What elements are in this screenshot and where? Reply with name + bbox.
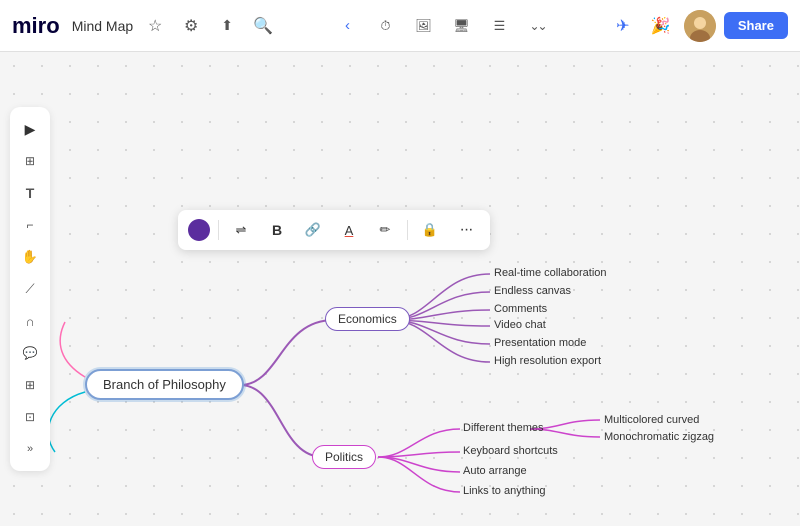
settings-icon[interactable]: ⚙ [177, 12, 205, 40]
timer-icon[interactable]: ⏱ [370, 10, 402, 42]
formatting-toolbar: ⇌ B 🔗 A ✏ 🔒 ··· [178, 210, 490, 250]
avatar[interactable] [684, 10, 716, 42]
link-icon[interactable]: 🔗 [299, 216, 327, 244]
share-button[interactable]: Share [724, 12, 788, 39]
color-picker[interactable] [188, 219, 210, 241]
center-tools: ‹ ⏱ 🖼 🖥 ☰ ⌄⌄ [332, 10, 554, 42]
cursor-icon[interactable]: ✈ [608, 11, 638, 41]
search-icon[interactable]: 🔍 [249, 12, 277, 40]
more-icon[interactable]: ⌄⌄ [522, 10, 554, 42]
toolbar-divider-1 [218, 220, 219, 240]
hand-tool[interactable]: ✋ [16, 243, 44, 271]
text-tool[interactable]: T [16, 179, 44, 207]
bold-icon[interactable]: B [263, 216, 291, 244]
more-tools[interactable]: » [16, 435, 44, 463]
right-tools: ✈ 🎉 Share [608, 10, 788, 42]
share-upload-icon[interactable]: ⬆ [213, 12, 241, 40]
toolbar-divider-2 [407, 220, 408, 240]
board-name: Mind Map [72, 18, 133, 34]
topbar: miro Mind Map ☆ ⚙ ⬆ 🔍 ‹ ⏱ 🖼 🖥 ☰ ⌄⌄ ✈ 🎉 S… [0, 0, 800, 52]
screen-icon[interactable]: 🖥 [446, 10, 478, 42]
comment-tool[interactable]: 💬 [16, 339, 44, 367]
pen-tool[interactable]: ⟋ [16, 275, 44, 303]
sticky-tool[interactable]: ⌐ [16, 211, 44, 239]
table-tool[interactable]: ⊞ [16, 371, 44, 399]
menu-icon[interactable]: ☰ [484, 10, 516, 42]
party-icon[interactable]: 🎉 [646, 11, 676, 41]
mindmap-svg [0, 52, 800, 526]
more-options-icon[interactable]: ··· [452, 216, 480, 244]
grid-tool[interactable]: ⊡ [16, 403, 44, 431]
image-icon[interactable]: 🖼 [408, 10, 440, 42]
app-logo: miro [12, 13, 60, 39]
canvas: Branch of Philosophy Economics Real-time… [0, 52, 800, 526]
star-icon[interactable]: ☆ [141, 12, 169, 40]
text-color-icon[interactable]: A [335, 216, 363, 244]
shape-tool[interactable]: ∩ [16, 307, 44, 335]
pen-icon[interactable]: ✏ [371, 216, 399, 244]
lock-icon[interactable]: 🔒 [416, 216, 444, 244]
nav-prev-icon[interactable]: ‹ [332, 10, 364, 42]
align-icon[interactable]: ⇌ [227, 216, 255, 244]
frame-tool[interactable]: ⊞ [16, 147, 44, 175]
left-sidebar: ▶ ⊞ T ⌐ ✋ ⟋ ∩ 💬 ⊞ ⊡ » [10, 107, 50, 471]
select-tool[interactable]: ▶ [16, 115, 44, 143]
